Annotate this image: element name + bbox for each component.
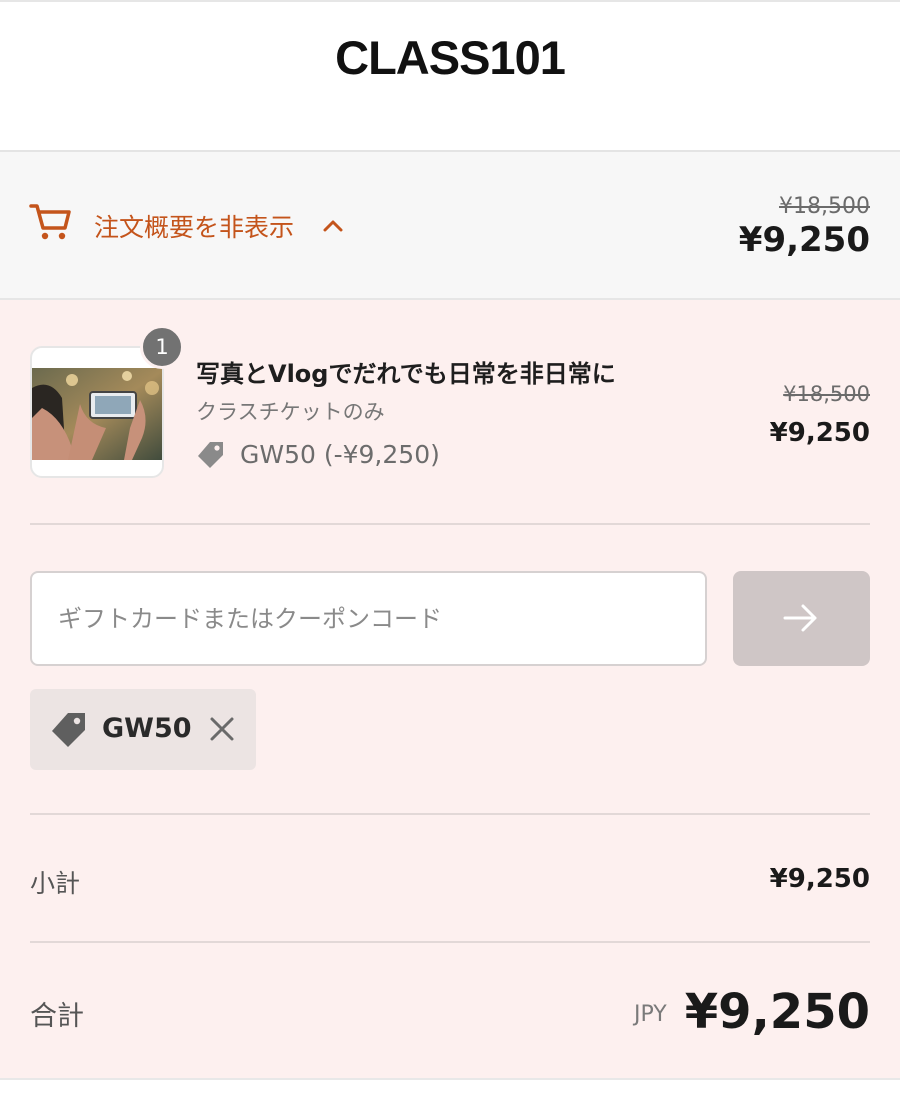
- product-title: 写真とVlogでだれでも日常を非日常に: [196, 360, 616, 388]
- coupon-code-input[interactable]: [30, 571, 707, 666]
- chevron-up-icon[interactable]: [322, 216, 344, 236]
- coupon-chip-label: GW50: [102, 713, 192, 744]
- applied-discount-line: GW50 (-¥9,250): [240, 440, 440, 469]
- total-label: 合計: [30, 1001, 84, 1032]
- class101-logo[interactable]: CLASS101: [0, 30, 900, 85]
- product-variant: クラスチケットのみ: [196, 400, 385, 424]
- summary-total-price: ¥9,250: [738, 220, 870, 260]
- applied-coupon-chip: GW50: [30, 689, 256, 770]
- summary-original-price: ¥18,500: [779, 194, 870, 219]
- tag-icon: [198, 442, 223, 468]
- divider: [0, 1078, 900, 1080]
- header: CLASS101: [0, 0, 900, 152]
- close-icon[interactable]: [208, 715, 236, 743]
- subtotal-value: ¥9,250: [769, 864, 870, 894]
- cart-icon[interactable]: [28, 198, 74, 244]
- tag-icon: [52, 713, 85, 747]
- photo-thumbnail-image: [32, 368, 162, 460]
- divider: [30, 523, 870, 525]
- hide-order-summary-label[interactable]: 注文概要を非表示: [94, 208, 294, 244]
- total-value: ¥9,250: [684, 984, 870, 1040]
- currency-code: JPY: [634, 1002, 667, 1027]
- arrow-right-icon: [783, 604, 817, 632]
- subtotal-label: 小計: [30, 869, 81, 898]
- product-price: ¥9,250: [769, 418, 870, 448]
- product-original-price: ¥18,500: [783, 382, 870, 406]
- product-thumbnail: [30, 346, 164, 478]
- divider: [30, 941, 870, 943]
- quantity-badge: 1: [140, 325, 184, 369]
- divider: [30, 813, 870, 815]
- apply-coupon-button[interactable]: [733, 571, 870, 666]
